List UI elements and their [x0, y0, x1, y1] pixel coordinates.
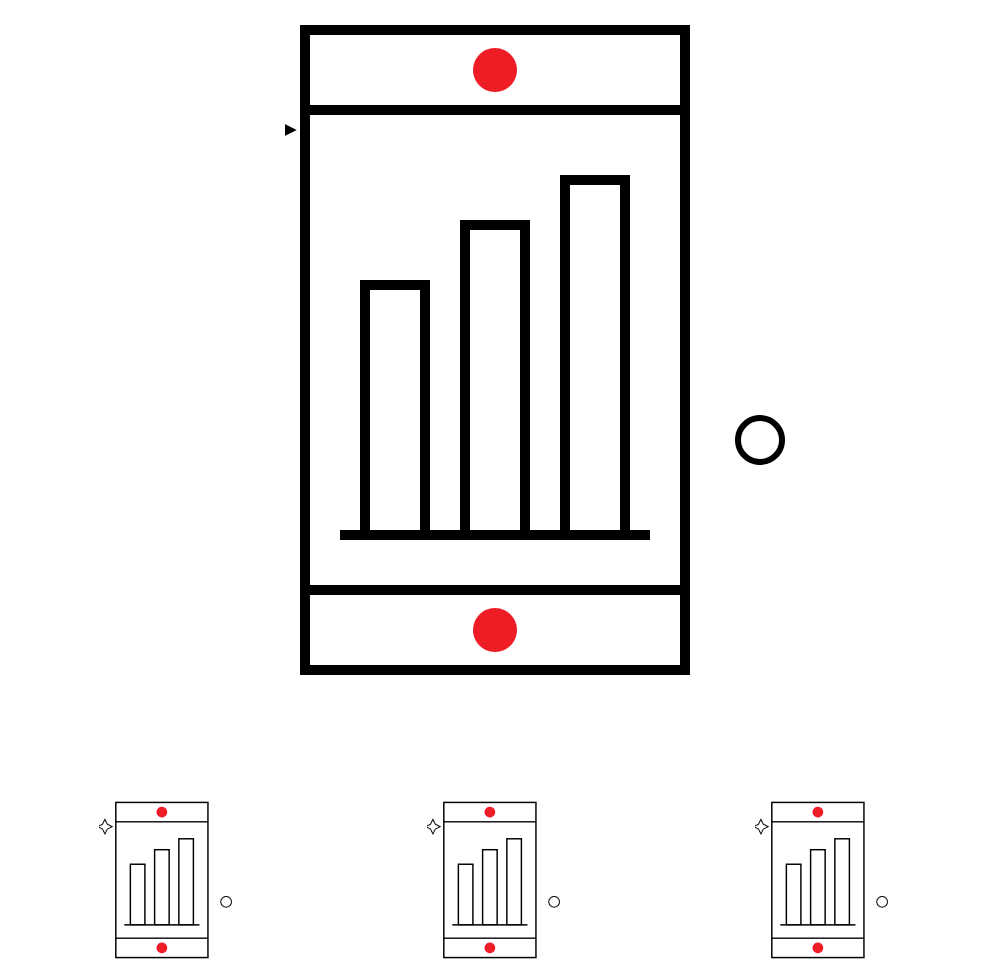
chart-bar-3	[565, 180, 625, 535]
icon-variants-row	[0, 800, 984, 950]
sparkle-star-icon	[285, 100, 290, 160]
mobile-chart-icon-small-2	[427, 800, 557, 950]
decoration-circle-icon	[738, 418, 782, 462]
chart-bar-2	[465, 225, 525, 535]
home-button-icon	[473, 608, 517, 652]
chart-bar-1	[365, 285, 425, 535]
mobile-chart-icon-small-1	[99, 800, 229, 950]
mobile-chart-icon-large	[285, 20, 705, 670]
camera-dot-icon	[473, 48, 517, 92]
mobile-chart-svg	[285, 20, 805, 680]
mobile-chart-icon-small-3	[755, 800, 885, 950]
